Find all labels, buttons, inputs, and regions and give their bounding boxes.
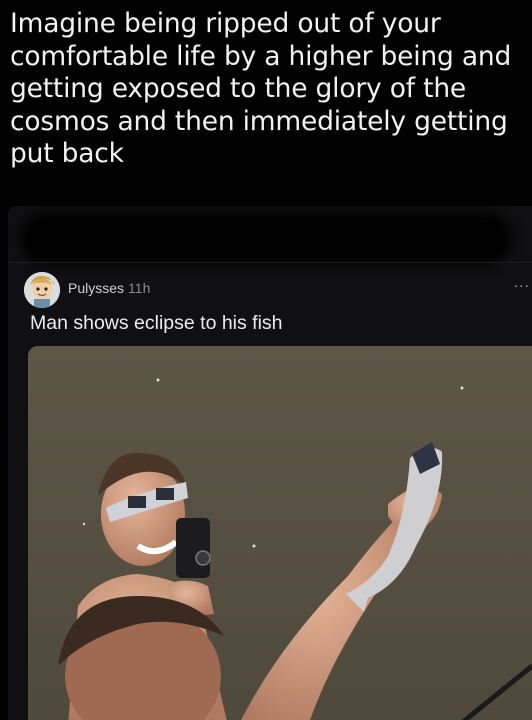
post-header: Pulysses 11h ... <box>24 272 532 308</box>
avatar[interactable] <box>24 272 60 308</box>
post-title[interactable]: Man shows eclipse to his fish <box>30 312 283 335</box>
post-card: Pulysses 11h ... Man shows eclipse to his… <box>8 206 532 720</box>
cartoon-face-icon <box>24 272 60 308</box>
post-photo[interactable] <box>28 346 532 720</box>
header-divider <box>8 262 532 263</box>
eclipse-fish-photo <box>28 346 532 720</box>
post-time: 11h <box>128 280 151 296</box>
username[interactable]: Pulysses <box>68 280 124 296</box>
post-author[interactable]: Pulysses 11h <box>68 280 150 296</box>
redacted-header <box>26 218 506 258</box>
meme-caption: Imagine being ripped out of your comfort… <box>10 8 512 169</box>
more-options-icon[interactable]: ... <box>514 274 530 292</box>
